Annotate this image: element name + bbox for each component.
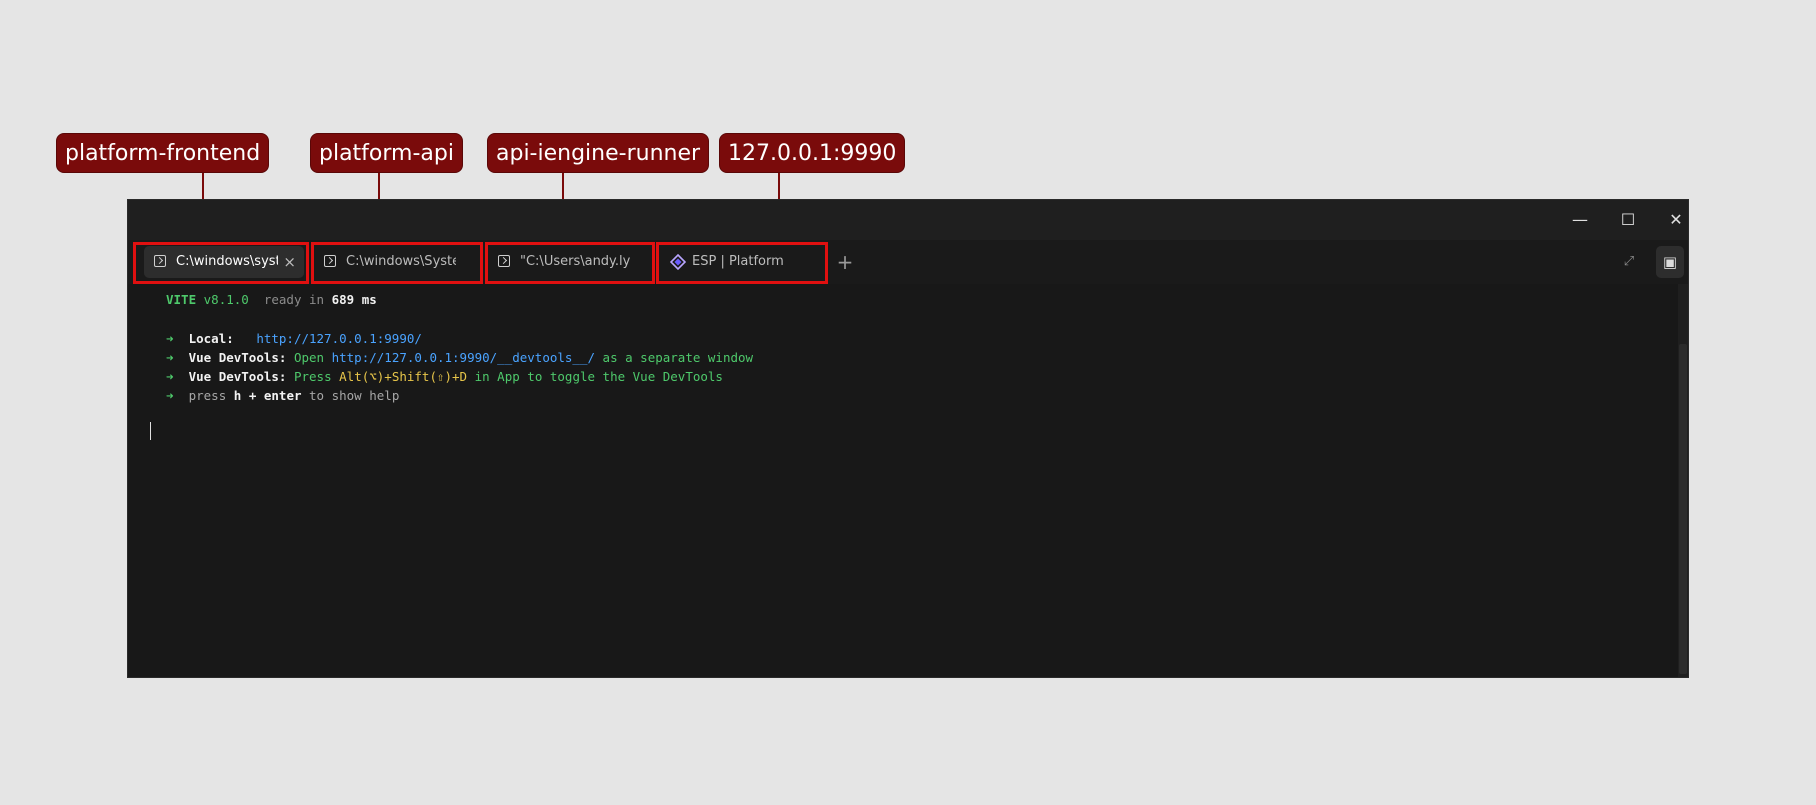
devtools-label: Vue DevTools: bbox=[188, 369, 287, 384]
help-line: ➜ press h + enter to show help bbox=[166, 387, 399, 405]
terminal-icon bbox=[498, 255, 510, 267]
ready-text: ready in bbox=[263, 292, 325, 307]
panel-toggle-icon[interactable]: ▣ bbox=[1656, 246, 1684, 278]
tab-api-iengine-runner[interactable]: "C:\Users\andy.lyell bbox=[488, 246, 638, 278]
devtools-url-link[interactable]: http://127.0.0.1:9990/__devtools__/ bbox=[332, 350, 595, 365]
local-label: Local: bbox=[188, 331, 234, 346]
devtools-open-text: Open bbox=[293, 350, 325, 365]
terminal-icon bbox=[154, 255, 166, 267]
terminal-icon bbox=[324, 255, 336, 267]
tab-platform-api[interactable]: C:\windows\System bbox=[314, 246, 464, 278]
callout-localhost: 127.0.0.1:9990 bbox=[719, 133, 906, 173]
tab-platform-frontend[interactable]: C:\windows\syst × bbox=[144, 246, 304, 278]
arrow-icon: ➜ bbox=[166, 388, 174, 403]
help-press-text: press bbox=[188, 388, 227, 403]
tab-label: C:\windows\syst bbox=[176, 254, 278, 269]
arrow-icon: ➜ bbox=[166, 369, 174, 384]
arrow-icon: ➜ bbox=[166, 350, 174, 365]
arrow-icon: ➜ bbox=[166, 331, 174, 346]
title-bar[interactable]: — ☐ ✕ bbox=[128, 200, 1688, 240]
terminal-window: — ☐ ✕ C:\windows\syst × C:\windows\Syste… bbox=[128, 200, 1688, 677]
minimize-button[interactable]: — bbox=[1568, 208, 1592, 232]
close-window-button[interactable]: ✕ bbox=[1664, 208, 1688, 232]
devtools-toggle-line: ➜ Vue DevTools: Press Alt(⌥)+Shift(⇧)+D … bbox=[166, 368, 723, 386]
local-url-line: ➜ Local: http://127.0.0.1:9990/ bbox=[166, 330, 422, 348]
help-keys: h + enter bbox=[233, 388, 302, 403]
text-cursor bbox=[150, 422, 151, 440]
callout-platform-frontend: platform-frontend bbox=[56, 133, 270, 173]
ready-ms: 689 bbox=[331, 292, 355, 307]
maximize-button[interactable]: ☐ bbox=[1616, 208, 1640, 232]
vite-version: v8.1.0 bbox=[203, 292, 249, 307]
callout-platform-api: platform-api bbox=[310, 133, 463, 173]
devtools-label: Vue DevTools: bbox=[188, 350, 287, 365]
tab-bar: C:\windows\syst × C:\windows\System "C:\… bbox=[128, 240, 1688, 284]
close-tab-icon[interactable]: × bbox=[283, 246, 296, 278]
new-tab-button[interactable]: + bbox=[830, 246, 860, 278]
vite-ready-line: VITE v8.1.0 ready in 689 ms bbox=[166, 291, 377, 309]
callout-api-iengine-runner: api-iengine-runner bbox=[487, 133, 710, 173]
devtools-open-rest: as a separate window bbox=[602, 350, 754, 365]
devtools-press-text: Press bbox=[293, 369, 332, 384]
tab-label: C:\windows\System bbox=[346, 254, 456, 269]
terminal-output[interactable]: VITE v8.1.0 ready in 689 ms ➜ Local: htt… bbox=[128, 284, 1688, 677]
esp-diamond-icon bbox=[670, 254, 686, 270]
scrollbar[interactable] bbox=[1678, 284, 1688, 677]
ms-unit: ms bbox=[361, 292, 377, 307]
devtools-open-line: ➜ Vue DevTools: Open http://127.0.0.1:99… bbox=[166, 349, 753, 367]
devtools-toggle-rest: in App to toggle the Vue DevTools bbox=[474, 369, 723, 384]
scrollbar-thumb[interactable] bbox=[1679, 344, 1687, 674]
expand-icon[interactable]: ⤢ bbox=[1618, 246, 1640, 278]
tab-label: ESP | Platform bbox=[692, 254, 784, 269]
help-rest: to show help bbox=[309, 388, 400, 403]
devtools-shortcut: Alt(⌥)+Shift(⇧)+D bbox=[339, 369, 468, 384]
vite-name: VITE bbox=[166, 292, 197, 307]
tab-esp-platform[interactable]: ESP | Platform bbox=[660, 246, 820, 278]
local-url-link[interactable]: http://127.0.0.1:9990/ bbox=[256, 331, 422, 346]
tab-label: "C:\Users\andy.lyell bbox=[520, 254, 630, 269]
